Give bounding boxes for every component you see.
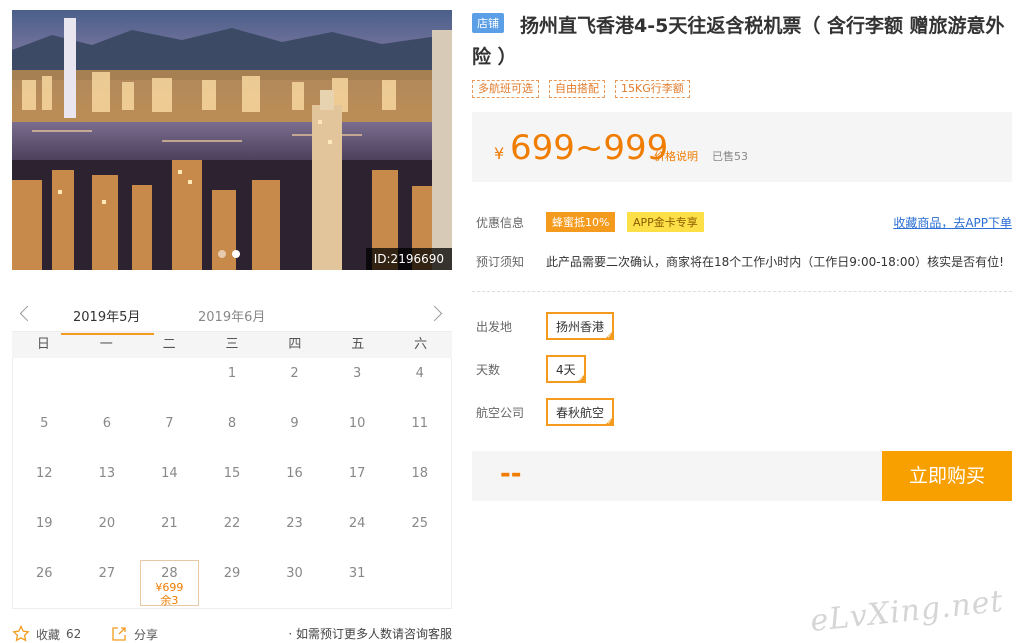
purchase-bar: -- 立即购买 <box>472 451 1012 501</box>
tag-multi-flight: 多航班可选 <box>472 80 539 98</box>
favorite-count: 62 <box>66 627 82 641</box>
calendar-empty-cell <box>138 358 201 408</box>
calendar-day: 11 <box>411 416 428 431</box>
calendar-day: 1 <box>227 366 237 381</box>
calendar-header: 2019年5月 2019年6月 <box>12 298 452 335</box>
site-watermark: eLvXing.net <box>808 583 1006 640</box>
calendar-day: 5 <box>40 416 49 431</box>
booking-notice-label: 预订须知 <box>476 255 525 269</box>
calendar-day: 12 <box>36 466 53 481</box>
weekday-label: 六 <box>414 337 428 352</box>
airline-label: 航空公司 <box>476 406 525 420</box>
departure-value: 扬州香港 <box>556 320 605 334</box>
contact-service-note: · 如需预订更多人数请咨询客服 <box>288 627 452 641</box>
departure-label: 出发地 <box>476 320 513 334</box>
divider <box>472 291 1012 292</box>
calendar-day: 4 <box>415 366 424 381</box>
hero-photo[interactable]: ID:2196690 <box>12 10 452 270</box>
calendar-day: 30 <box>286 566 303 581</box>
app-order-link[interactable]: 收藏商品，去APP下单 <box>893 214 1012 231</box>
weekday-label: 四 <box>288 337 302 352</box>
calendar-day: 25 <box>411 516 428 531</box>
calendar-day: 13 <box>98 466 116 481</box>
tab-month-june[interactable]: 2019年6月 <box>198 306 265 325</box>
calendar-day: 24 <box>348 516 366 531</box>
star-icon <box>12 625 30 642</box>
prev-month-icon[interactable] <box>18 302 34 326</box>
price-panel: ¥ 699~999 价格说明 已售53 <box>472 112 1012 182</box>
airline-value: 春秋航空 <box>556 406 605 420</box>
product-tags: 多航班可选 自由搭配 15KG行李额 <box>472 80 690 98</box>
carousel-dot-active[interactable] <box>232 250 240 258</box>
calendar-day: 15 <box>223 466 241 481</box>
day-remaining: 余3 <box>160 594 179 607</box>
calendar-day: 8 <box>227 416 237 431</box>
promo-honey-badge: 蜂蜜抵10% <box>546 212 616 232</box>
weekday-header: 日 一 二 三 四 五 六 <box>12 332 452 358</box>
booking-notice-text: 此产品需要二次确认，商家将在18个工作小时内（工作日9:00-18:00）核实是… <box>546 255 1004 269</box>
calendar-day: 23 <box>286 516 303 531</box>
footer-bar: 收藏 62 分享 · 如需预订更多人数请咨询客服 <box>12 624 452 643</box>
calendar-day: 17 <box>348 466 366 481</box>
price-range: 699~999 <box>510 128 669 168</box>
price-explain-link[interactable]: 价格说明 <box>654 148 698 164</box>
calendar-day: 9 <box>290 416 299 431</box>
calendar-day: 31 <box>348 566 366 581</box>
share-icon <box>112 627 126 641</box>
calendar-empty-cell <box>76 358 139 408</box>
promo-app-gold-badge: APP金卡专享 <box>627 212 704 232</box>
tab-month-may[interactable]: 2019年5月 <box>60 306 155 335</box>
airline-option[interactable]: 春秋航空 <box>546 398 615 426</box>
weekday-label: 二 <box>162 337 176 352</box>
calendar-day-number: 28 <box>161 566 178 581</box>
days-option[interactable]: 4天 <box>546 355 586 383</box>
days-value: 4天 <box>556 363 576 377</box>
carousel-dots[interactable] <box>218 250 240 258</box>
carousel-dot[interactable] <box>218 250 226 258</box>
calendar-day: 7 <box>165 416 174 431</box>
calendar-empty-cell <box>13 358 76 408</box>
share-button[interactable]: 分享 <box>110 625 158 643</box>
day-price: ¥699 <box>155 581 184 594</box>
weekday-label: 五 <box>351 337 365 352</box>
calendar-day: 10 <box>348 416 366 431</box>
next-month-icon[interactable] <box>428 302 444 326</box>
total-price: -- <box>500 459 522 489</box>
calendar-day: 2 <box>290 366 299 381</box>
calendar-day: 27 <box>98 566 116 581</box>
weekday-label: 一 <box>99 337 113 352</box>
calendar-day: 6 <box>102 416 111 431</box>
calendar-day-available[interactable]: 28 ¥699 余3 <box>140 560 199 607</box>
calendar-grid: 1 2 3 4 5 6 7 8 9 10 11 12 13 14 15 16 17 18 19 20 21 22 23 24 2… <box>12 358 452 609</box>
product-title: 扬州直飞香港4-5天往返含税机票（ 含行李额 赠旅游意外险 ） <box>472 15 1005 68</box>
calendar-day: 22 <box>223 516 241 531</box>
departure-option[interactable]: 扬州香港 <box>546 312 615 340</box>
date-calendar: 2019年5月 2019年6月 日 一 二 三 四 五 六 1234567891… <box>12 298 452 609</box>
buy-now-button[interactable]: 立即购买 <box>882 451 1012 501</box>
tag-baggage: 15KG行李额 <box>615 80 690 98</box>
calendar-day: 19 <box>36 516 53 531</box>
calendar-day: 3 <box>352 366 362 381</box>
promo-label: 优惠信息 <box>476 216 525 230</box>
calendar-day: 29 <box>223 566 241 581</box>
calendar-day: 21 <box>161 516 178 531</box>
currency-symbol: ¥ <box>494 144 505 163</box>
calendar-day: 20 <box>98 516 116 531</box>
sold-count: 已售53 <box>712 150 748 163</box>
calendar-day: 18 <box>411 466 428 481</box>
hong-kong-skyline-image <box>12 10 452 270</box>
weekday-label: 日 <box>36 337 50 352</box>
weekday-label: 三 <box>225 337 239 352</box>
favorite-button[interactable]: 收藏 62 <box>12 625 81 643</box>
image-id-label: ID:2196690 <box>365 248 452 270</box>
calendar-day: 16 <box>286 466 303 481</box>
days-label: 天数 <box>476 363 501 377</box>
tag-free-combo: 自由搭配 <box>549 80 605 98</box>
calendar-day: 14 <box>161 466 178 481</box>
calendar-empty-cell <box>388 558 451 608</box>
calendar-day: 26 <box>36 566 53 581</box>
share-label: 分享 <box>134 627 159 642</box>
favorite-label: 收藏 <box>36 627 61 642</box>
